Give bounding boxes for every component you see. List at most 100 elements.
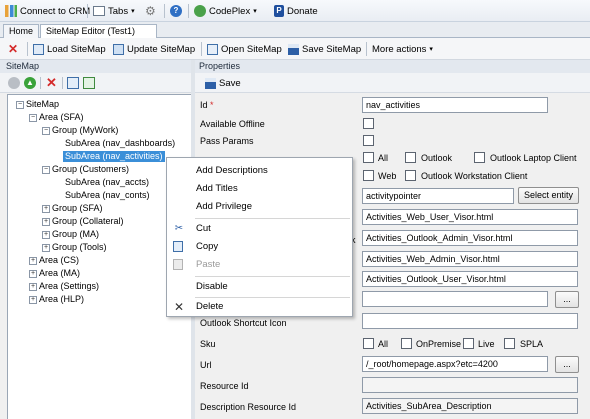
tab-strip: Home SiteMap Editor (Test1) <box>0 22 590 39</box>
properties-header: Properties <box>195 60 590 73</box>
expand-icon[interactable]: + <box>42 217 50 226</box>
tree-node[interactable]: SubArea (nav_conts) <box>65 190 150 201</box>
tree-node[interactable]: − Group (MyWork) <box>42 125 118 136</box>
tree-node[interactable]: + Area (Settings) <box>29 281 99 292</box>
update-sitemap-button[interactable]: Update SiteMap <box>113 41 195 57</box>
description-resource-id-field[interactable]: Activities_SubArea_Description <box>362 398 578 414</box>
select-entity-button[interactable]: Select entity <box>518 187 579 204</box>
expand-icon[interactable]: + <box>29 269 37 278</box>
menu-paste[interactable]: Paste <box>167 256 352 274</box>
tree-node[interactable]: + Area (HLP) <box>29 294 84 305</box>
separator <box>40 77 41 89</box>
save-sitemap-button[interactable]: Save SiteMap <box>288 41 361 57</box>
move-up-icon[interactable]: ▲ <box>24 77 36 89</box>
outlook-user-field[interactable]: Activities_Outlook_User_Visor.html <box>362 271 578 287</box>
expand-icon[interactable]: + <box>29 256 37 265</box>
donate-button[interactable]: P Donate <box>274 3 318 19</box>
tree-node[interactable]: + Area (MA) <box>29 268 80 279</box>
sku-spla-checkbox[interactable] <box>504 338 515 349</box>
save-button[interactable]: Save <box>205 75 241 91</box>
collapse-icon[interactable]: − <box>29 113 37 122</box>
tab-sitemap-editor[interactable]: SiteMap Editor (Test1) <box>40 24 157 39</box>
menu-disable[interactable]: Disable <box>167 278 352 296</box>
browse-button[interactable]: ... <box>555 291 579 308</box>
move-down-icon[interactable] <box>8 77 20 89</box>
collapse-icon[interactable]: − <box>16 100 24 109</box>
web-admin-field[interactable]: Activities_Web_Admin_Visor.html <box>362 251 578 267</box>
menu-add-privilege[interactable]: Add Privilege <box>167 198 352 216</box>
outlook-shortcut-icon-field[interactable] <box>362 313 578 329</box>
browse-path-field[interactable] <box>362 291 548 307</box>
tabs-menu[interactable]: Tabs ▾ <box>93 3 135 19</box>
tree-node[interactable]: SubArea (nav_accts) <box>65 177 149 188</box>
open-sitemap-button[interactable]: Open SiteMap <box>207 41 282 57</box>
delete-icon[interactable]: ✕ <box>46 75 57 91</box>
xml-icon[interactable] <box>67 77 79 89</box>
tree-node-selected[interactable]: SubArea (nav_activities) <box>63 151 165 162</box>
url-field[interactable]: /_root/homepage.aspx?etc=4200 <box>362 356 548 372</box>
tree-node[interactable]: + Area (CS) <box>29 255 79 266</box>
sku-live-checkbox[interactable] <box>463 338 474 349</box>
close-icon[interactable]: ✕ <box>8 42 18 56</box>
sitemap-tree: − SiteMap − Area (SFA) − Group (MyWork) Sub… <box>7 94 191 419</box>
menu-paste-label: Paste <box>196 259 221 270</box>
top-toolbar: Connect to CRM Tabs ▾ ⚙ ? CodePlex ▾ P D… <box>0 0 590 22</box>
tree-node[interactable]: + Group (SFA) <box>42 203 103 214</box>
sku-onpremise-checkbox[interactable] <box>401 338 412 349</box>
client-outlook-checkbox[interactable] <box>405 152 416 163</box>
codeplex-icon <box>194 5 206 17</box>
available-offline-checkbox[interactable] <box>363 118 374 129</box>
tree-node-label: SubArea (nav_accts) <box>65 177 150 187</box>
help-button[interactable]: ? <box>170 3 182 19</box>
sitemap-panel-header: SiteMap <box>0 60 191 73</box>
tree-node-label: SubArea (nav_conts) <box>65 190 150 200</box>
menu-add-titles[interactable]: Add Titles <box>167 180 352 198</box>
menu-cut[interactable]: ✂ Cut <box>167 220 352 238</box>
menu-copy[interactable]: Copy <box>167 238 352 256</box>
tree-node[interactable]: − SiteMap <box>16 99 59 110</box>
required-mark: * <box>210 100 214 110</box>
expand-icon[interactable]: + <box>42 243 50 252</box>
import-icon[interactable] <box>83 77 95 89</box>
tree-node[interactable]: − Group (Customers) <box>42 164 129 175</box>
menu-add-descriptions[interactable]: Add Descriptions <box>167 162 352 180</box>
entity-field[interactable]: activitypointer <box>362 188 514 204</box>
tree-node[interactable]: + Group (Tools) <box>42 242 107 253</box>
outlook-admin-field[interactable]: Activities_Outlook_Admin_Visor.html <box>362 230 578 246</box>
expand-icon[interactable]: + <box>29 295 37 304</box>
tree-node-label: Group (Customers) <box>52 164 130 174</box>
icon-field[interactable]: Activities_Web_User_Visor.html <box>362 209 578 225</box>
more-actions-menu[interactable]: More actions ▾ <box>372 41 433 57</box>
tree-node[interactable]: SubArea (nav_dashboards) <box>65 138 175 149</box>
id-field[interactable]: nav_activities <box>362 97 548 113</box>
load-sitemap-button[interactable]: Load SiteMap <box>33 41 106 57</box>
client-outlook-laptop-checkbox[interactable] <box>474 152 485 163</box>
client-all-checkbox[interactable] <box>363 152 374 163</box>
connect-to-crm-button[interactable]: Connect to CRM <box>5 3 90 19</box>
expand-icon[interactable]: + <box>42 204 50 213</box>
url-browse-button[interactable]: ... <box>555 356 579 373</box>
save-sitemap-label: Save SiteMap <box>302 43 362 55</box>
collapse-icon[interactable]: − <box>42 165 50 174</box>
settings-button[interactable]: ⚙ <box>145 3 156 19</box>
codeplex-menu[interactable]: CodePlex ▾ <box>194 3 257 19</box>
client-outlook-workstation-checkbox[interactable] <box>405 170 416 181</box>
client-web-checkbox[interactable] <box>363 170 374 181</box>
pass-params-checkbox[interactable] <box>363 135 374 146</box>
menu-delete[interactable]: ✕ Delete <box>167 298 352 316</box>
tree-node-label: Group (MA) <box>52 229 100 239</box>
resource-id-field[interactable] <box>362 377 578 393</box>
expand-icon[interactable]: + <box>42 230 50 239</box>
tab-home[interactable]: Home <box>3 24 39 38</box>
tree-node[interactable]: − Area (SFA) <box>29 112 84 123</box>
properties-toolbar: Save <box>195 73 590 93</box>
tree-node[interactable]: + Group (MA) <box>42 229 99 240</box>
collapse-icon[interactable]: − <box>42 126 50 135</box>
separator <box>27 42 28 56</box>
expand-icon[interactable]: + <box>29 282 37 291</box>
tree-node[interactable]: + Group (Collateral) <box>42 216 124 227</box>
tree-node-label: Area (SFA) <box>39 112 84 122</box>
separator <box>201 42 202 56</box>
sku-all-checkbox[interactable] <box>363 338 374 349</box>
client-outlook-label: Outlook <box>421 153 453 163</box>
